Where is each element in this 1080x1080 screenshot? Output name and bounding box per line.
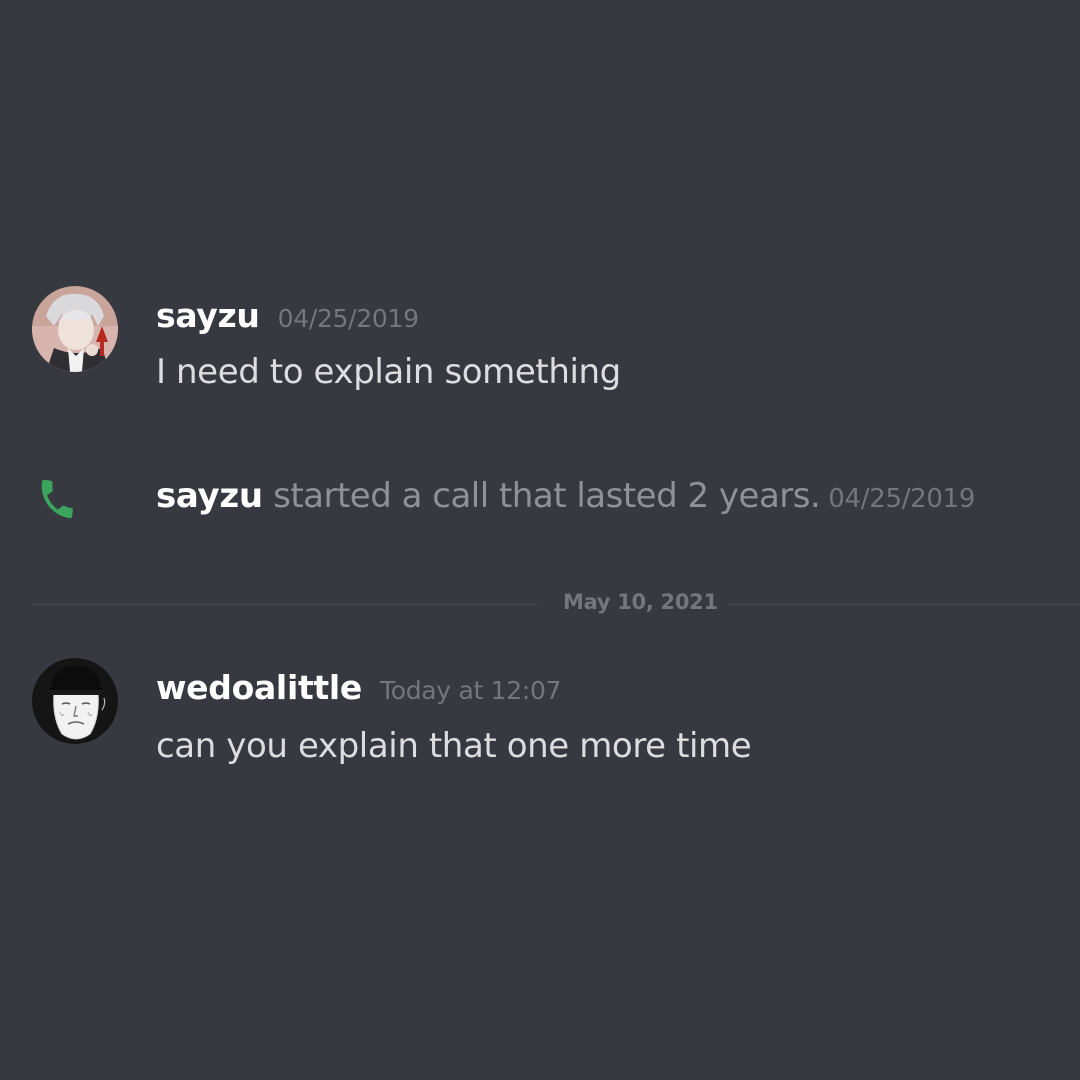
message-header: wedoalittle Today at 12:07 (156, 668, 561, 707)
username[interactable]: sayzu (156, 296, 260, 335)
call-description: started a call that lasted 2 years. (262, 476, 821, 516)
divider-line (30, 604, 540, 605)
message-header: sayzu 04/25/2019 (156, 296, 419, 335)
message-content: can you explain that one more time (156, 726, 752, 766)
anime-character-avatar-icon (32, 286, 118, 372)
system-message-call: sayzu started a call that lasted 2 years… (0, 468, 1080, 528)
username[interactable]: sayzu (156, 476, 263, 516)
avatar-wedoalittle[interactable] (32, 658, 118, 744)
phone-icon (41, 479, 73, 519)
message-content: I need to explain something (156, 352, 621, 392)
avatar-sayzu[interactable] (32, 286, 118, 372)
username[interactable]: wedoalittle (156, 668, 362, 707)
divider-line (728, 604, 1080, 605)
timestamp[interactable]: Today at 12:07 (380, 676, 561, 705)
date-divider: May 10, 2021 (0, 588, 1080, 622)
timestamp[interactable]: 04/25/2019 (278, 304, 419, 333)
timestamp[interactable]: 04/25/2019 (828, 484, 975, 514)
date-divider-label: May 10, 2021 (563, 590, 718, 614)
system-message-text: sayzu started a call that lasted 2 years… (156, 476, 975, 516)
chat-messages: sayzu 04/25/2019 I need to explain someth… (0, 0, 1080, 1080)
wojak-beanie-avatar-icon (32, 658, 118, 744)
